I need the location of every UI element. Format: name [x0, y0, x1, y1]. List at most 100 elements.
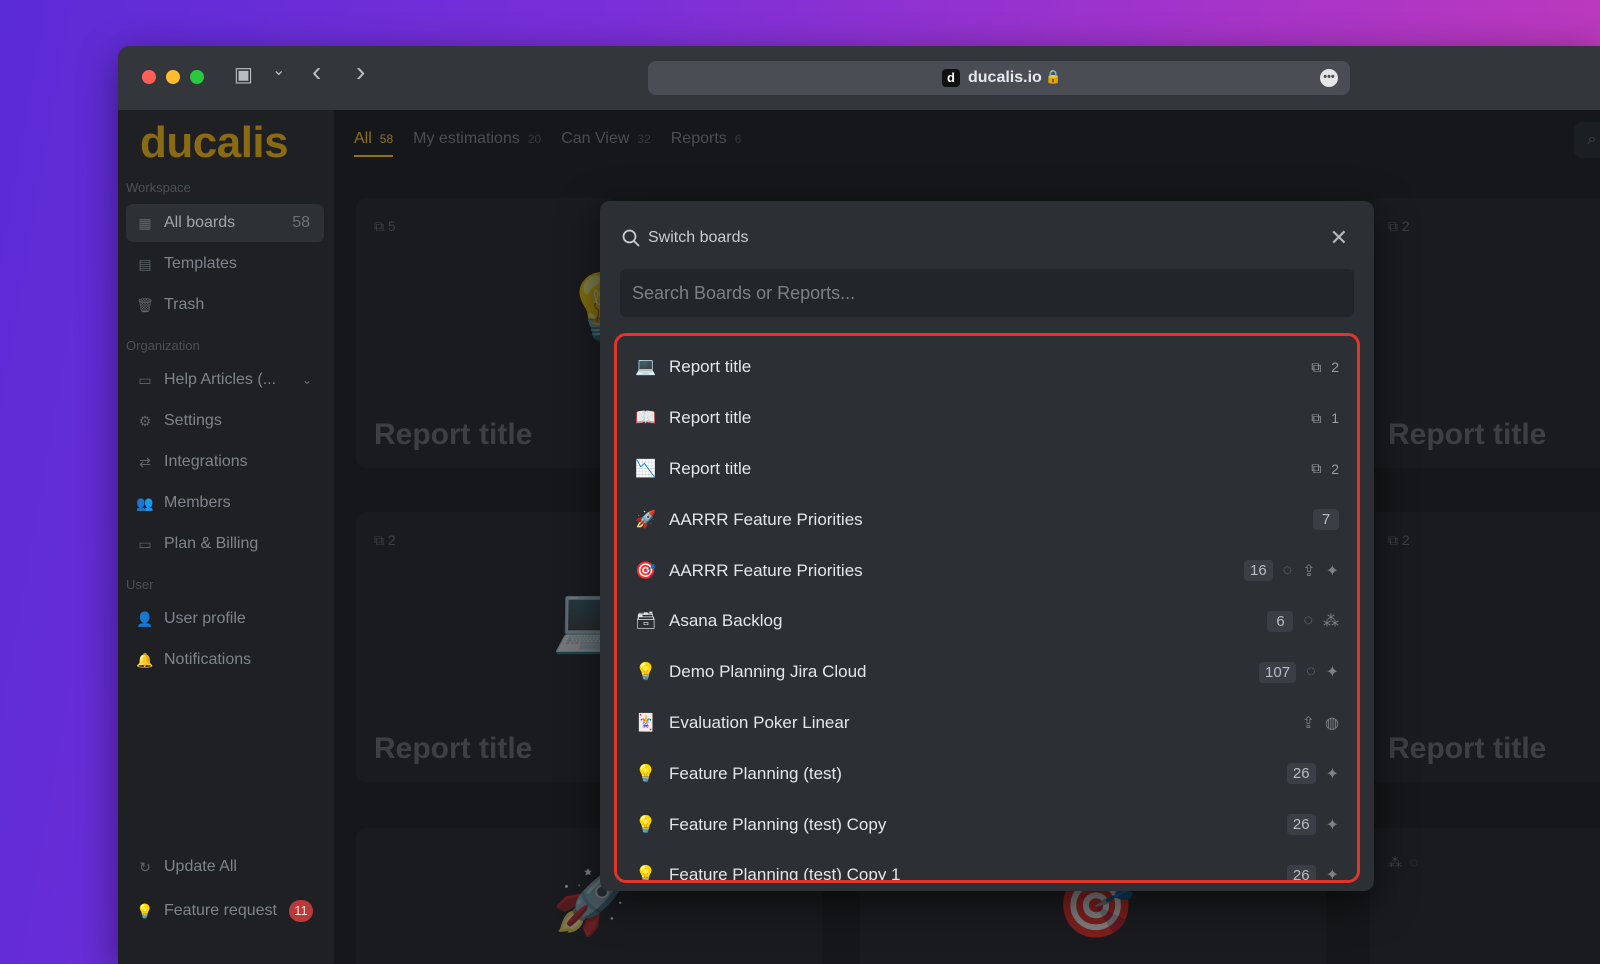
list-item-label: AARRR Feature Priorities: [669, 560, 863, 580]
back-arrow-icon[interactable]: ‹: [312, 56, 321, 88]
sidebar-item-label: User profile: [164, 610, 246, 627]
list-item-meta: 16 ◌ ⇪ ✦: [1243, 560, 1339, 582]
list-item[interactable]: 🚀 AARRR Feature Priorities 7: [617, 494, 1357, 545]
count-badge: 7: [1313, 509, 1339, 531]
address-bar[interactable]: d ducalis.io 🔒 •••: [648, 61, 1350, 95]
list-item[interactable]: 🎯 AARRR Feature Priorities 16 ◌ ⇪ ✦: [617, 545, 1357, 596]
card-box-icon: 🗃: [635, 611, 657, 631]
jira-icon: ✦: [1325, 816, 1339, 834]
list-item-meta: 6 ◌ ⁂: [1267, 610, 1339, 632]
list-item[interactable]: 📖 Report title ⧉ 1: [617, 393, 1357, 444]
integration-icon: ✦: [1325, 562, 1339, 580]
chevron-down-icon[interactable]: ⌄: [272, 60, 285, 80]
list-item-label: Asana Backlog: [669, 611, 783, 631]
modal-header: Switch boards: [622, 229, 749, 247]
sidebar-item-trash[interactable]: 🗑 Trash: [126, 286, 324, 324]
card-icon: ▭: [138, 535, 152, 552]
sidebar-item-label: Update All: [164, 858, 237, 875]
count-badge: 26: [1286, 763, 1316, 785]
list-item-meta: ⧉ 2: [1311, 460, 1339, 477]
sidebar-item-label: Plan & Billing: [164, 535, 259, 552]
chevron-down-icon: ⌄: [301, 373, 312, 387]
bulb-outline-icon: ◌: [1303, 612, 1313, 630]
sidebar-item-label: Help Articles (...: [164, 371, 277, 388]
count-badge: 6: [1267, 610, 1294, 632]
lock-icon: 🔒: [1045, 69, 1062, 84]
bulb-icon: 💡: [635, 662, 657, 682]
asana-icon: ⁂: [1323, 613, 1339, 631]
sidebar-item-settings[interactable]: ⚙ Settings: [126, 402, 324, 440]
share-icon: ⧉: [1311, 460, 1322, 477]
share-icon: ⧉: [1311, 358, 1322, 375]
list-item-meta: 107 ◌ ✦: [1259, 661, 1339, 683]
list-item[interactable]: 💡 Feature Planning (test) Copy 1 26 ✦: [617, 850, 1357, 880]
url-text: ducalis.io: [968, 69, 1042, 86]
favicon-icon: d: [942, 69, 960, 87]
grid-icon: ▦: [138, 214, 152, 231]
app-logo[interactable]: ducalis: [140, 118, 289, 168]
close-window-button[interactable]: [142, 70, 156, 84]
board-search-input[interactable]: [620, 269, 1354, 317]
bulb-icon: 💡: [136, 902, 154, 919]
board-list: 💻 Report title ⧉ 2 📖 Report title ⧉ 1 📉 …: [614, 333, 1360, 883]
bulb-icon: 💡: [635, 763, 657, 783]
list-item[interactable]: 🃏 Evaluation Poker Linear ⇪ ◍: [617, 698, 1357, 749]
list-item-meta: ⧉ 1: [1311, 410, 1339, 427]
list-item-meta: 7: [1313, 509, 1339, 531]
list-item[interactable]: 💡 Feature Planning (test) 26 ✦: [617, 748, 1357, 799]
list-item-meta: ⧉ 2: [1311, 359, 1339, 376]
minimize-window-button[interactable]: [166, 70, 180, 84]
list-item-meta: ⇪ ◍: [1302, 713, 1339, 733]
sidebar-item-all-boards[interactable]: ▦ All boards 58: [126, 204, 324, 242]
share-count: 2: [1331, 460, 1339, 477]
sidebar-item-label: Templates: [164, 255, 237, 272]
list-item[interactable]: 📉 Report title ⧉ 2: [617, 444, 1357, 495]
browser-titlebar: ▣ ⌄ ‹ › d ducalis.io 🔒 •••: [118, 46, 1600, 110]
sidebar-item-templates[interactable]: ▤ Templates: [126, 245, 324, 283]
share-count: 1: [1331, 410, 1339, 427]
sidebar-item-label: Integrations: [164, 453, 248, 470]
search-icon: [622, 229, 640, 247]
list-item-label: Report title: [669, 458, 752, 478]
refresh-icon: ↻: [139, 858, 151, 875]
playing-card-icon: 🃏: [635, 712, 657, 732]
sidebar-item-feature-request[interactable]: 💡 Feature request 11: [126, 892, 324, 930]
sidebar-item-integrations[interactable]: ⇄ Integrations: [126, 443, 324, 481]
sidebar: ducalis Workspace ▦ All boards 58 ▤ Temp…: [118, 110, 334, 964]
list-item[interactable]: 💡 Feature Planning (test) Copy 26 ✦: [617, 799, 1357, 850]
sidebar-item-members[interactable]: 👥 Members: [126, 484, 324, 522]
feature-request-badge: 11: [288, 900, 313, 922]
target-icon: 🎯: [635, 560, 657, 580]
list-item[interactable]: 🗃 Asana Backlog 6 ◌ ⁂: [617, 596, 1357, 647]
forward-arrow-icon[interactable]: ›: [356, 56, 365, 88]
sidebar-item-help-articles[interactable]: ▭ Help Articles (... ⌄: [126, 361, 324, 399]
zoom-window-button[interactable]: [190, 70, 204, 84]
more-options-icon[interactable]: •••: [1320, 69, 1338, 87]
rocket-icon: 🚀: [635, 509, 657, 529]
sidebar-toggle-icon[interactable]: ▣: [234, 62, 253, 87]
list-item-meta: 26 ✦: [1286, 763, 1339, 785]
count-badge: 16: [1243, 560, 1273, 582]
list-item[interactable]: 💡 Demo Planning Jira Cloud 107 ◌ ✦: [617, 647, 1357, 698]
export-icon: ⇪: [1302, 562, 1316, 580]
list-item-meta: 26 ✦: [1286, 864, 1339, 880]
sidebar-item-label: Feature request: [164, 902, 277, 919]
folder-icon: ▭: [138, 371, 152, 388]
jira-icon: ✦: [1325, 765, 1339, 783]
gear-icon: ⚙: [138, 412, 152, 429]
sidebar-item-plan-billing[interactable]: ▭ Plan & Billing: [126, 525, 324, 563]
linear-icon: ◍: [1325, 714, 1339, 732]
sidebar-item-user-profile[interactable]: 👤 User profile: [126, 600, 324, 638]
list-item-meta: 26 ✦: [1286, 814, 1339, 836]
sidebar-item-label: All boards: [164, 214, 236, 231]
list-item[interactable]: 💻 Report title ⧉ 2: [617, 342, 1357, 393]
modal-title: Switch boards: [648, 229, 749, 246]
sidebar-item-notifications[interactable]: 🔔 Notifications: [126, 641, 324, 679]
sidebar-item-update-all[interactable]: ↻ Update All: [126, 848, 324, 886]
sidebar-item-label: Trash: [164, 296, 205, 313]
list-item-label: AARRR Feature Priorities: [669, 509, 863, 529]
sidebar-item-label: Settings: [164, 412, 222, 429]
list-item-label: Report title: [669, 408, 752, 428]
close-icon[interactable]: ✕: [1330, 225, 1348, 251]
switch-boards-modal: Switch boards ✕ 💻 Report title ⧉ 2 📖 Rep…: [600, 201, 1374, 891]
